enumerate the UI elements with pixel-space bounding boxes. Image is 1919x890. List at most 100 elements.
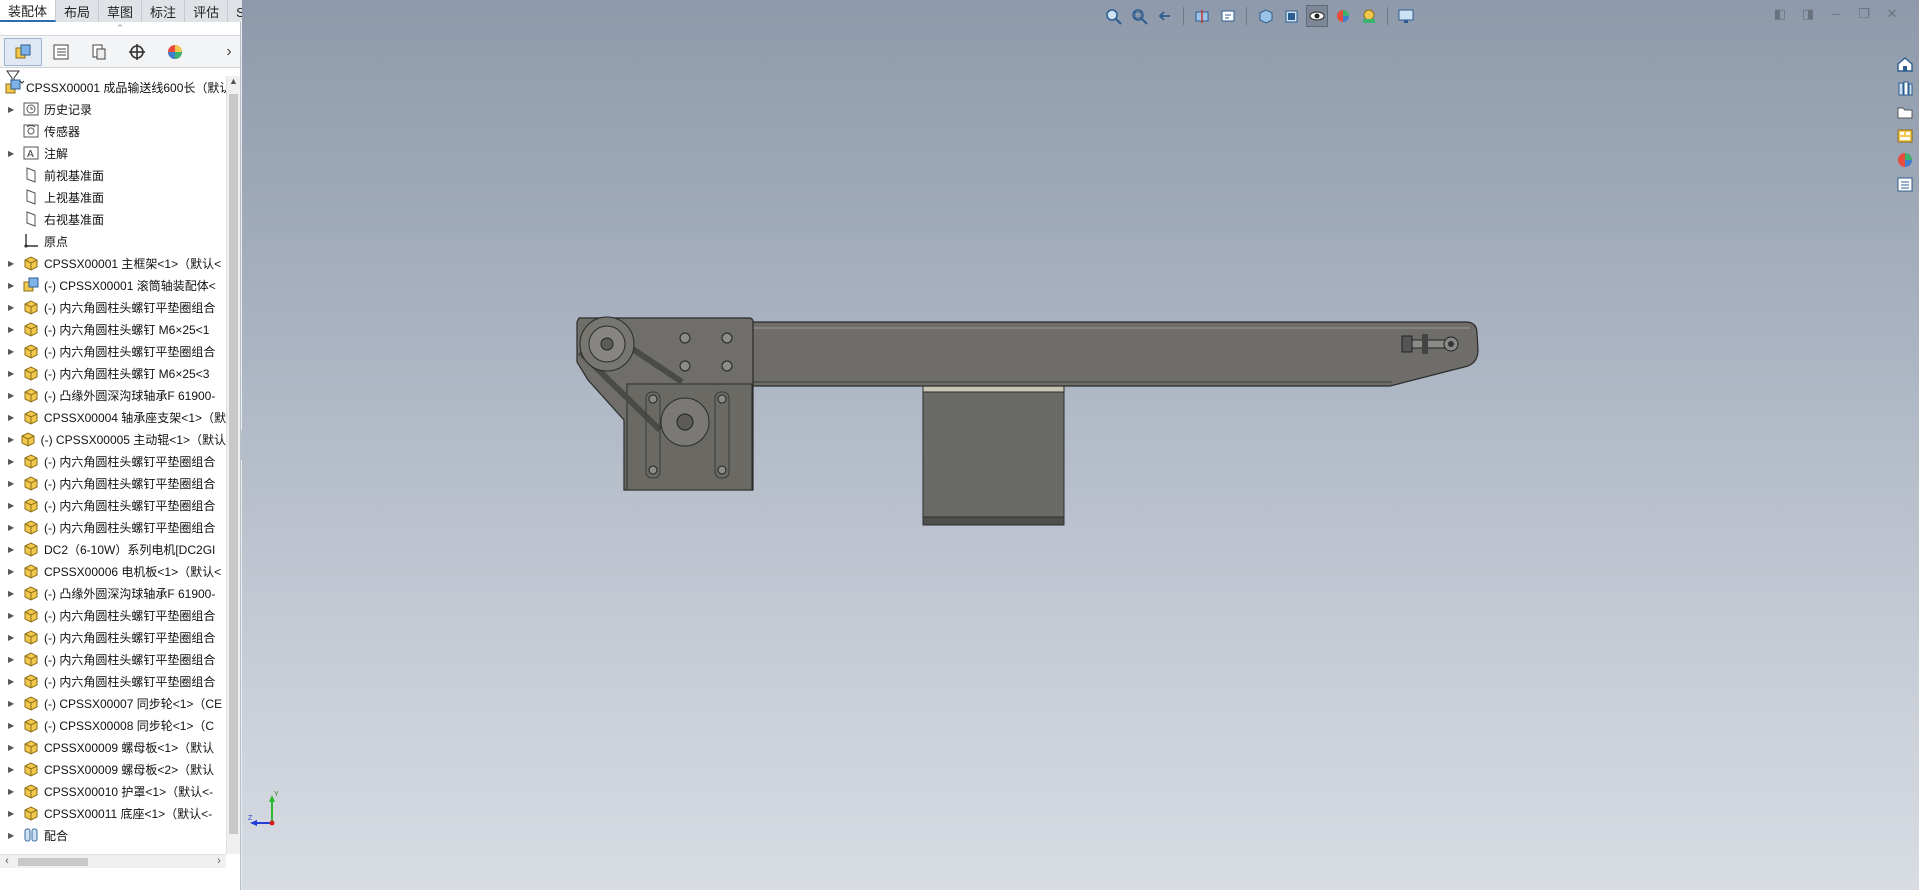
tree-node[interactable]: ▶ CPSSX00004 轴承座支架<1>（默 (0, 406, 226, 428)
expand-arrow-icon[interactable]: ▶ (8, 303, 18, 312)
part-icon (19, 430, 37, 448)
display-manager-tab[interactable] (156, 38, 194, 66)
tree-node[interactable]: ▶ CPSSX00006 电机板<1>（默认< (0, 560, 226, 582)
expand-arrow-icon[interactable]: ▶ (8, 677, 18, 686)
tree-node[interactable]: ▶ (-) 凸缘外圆深沟球轴承F 61900- (0, 384, 226, 406)
expand-arrow-icon[interactable]: ▶ (8, 281, 18, 290)
tree-node[interactable]: ▶ (-) CPSSX00008 同步轮<1>（C (0, 714, 226, 736)
expand-arrow-icon[interactable]: ▶ (8, 743, 18, 752)
tree-node-label: (-) 内六角圆柱头螺钉平垫圈组合 (44, 520, 216, 535)
plane-icon (22, 210, 40, 228)
tree-node[interactable]: 右视基准面 (0, 208, 226, 230)
tree-node[interactable]: ▶ DC2（6-10W）系列电机[DC2GI (0, 538, 226, 560)
expand-arrow-icon[interactable]: ▶ (8, 611, 18, 620)
configuration-icon (92, 44, 106, 59)
conveyor-model-view[interactable] (242, 0, 1919, 890)
tree-node[interactable]: ▶ (-) 内六角圆柱头螺钉平垫圈组合 (0, 494, 226, 516)
graphics-area[interactable]: ◧ ◨ – ❐ ✕ Y Z (242, 0, 1919, 890)
tree-node[interactable]: ▶ CPSSX00010 护罩<1>（默认<- (0, 780, 226, 802)
tree-node[interactable]: ▶ 配合 (0, 824, 226, 846)
expand-arrow-icon[interactable]: ▶ (8, 787, 18, 796)
svg-text:A: A (27, 149, 34, 160)
propertymanager-tab[interactable] (42, 38, 80, 66)
tree-node[interactable]: ▶ (-) CPSSX00007 同步轮<1>（CE (0, 692, 226, 714)
command-tab[interactable]: 草图 (99, 0, 143, 22)
tree-node[interactable]: ▶ CPSSX00011 底座<1>（默认<- (0, 802, 226, 824)
expand-arrow-icon[interactable]: ▶ (8, 765, 18, 774)
command-tab[interactable]: 标注 (142, 0, 186, 22)
expand-arrow-icon[interactable]: ▶ (8, 105, 18, 114)
expand-arrow-icon[interactable]: ▶ (8, 435, 15, 444)
expand-arrow-icon[interactable]: ▶ (8, 589, 18, 598)
command-tab[interactable]: 评估 (185, 0, 229, 22)
configurationmanager-tab[interactable] (80, 38, 118, 66)
tree-node[interactable]: ▶ (-) 内六角圆柱头螺钉 M6×25<1 (0, 318, 226, 340)
expand-arrow-icon[interactable]: ▶ (8, 457, 18, 466)
tree-node[interactable]: ▶ CPSSX00001 主框架<1>（默认< (0, 252, 226, 274)
expand-arrow-icon[interactable]: ▶ (8, 699, 18, 708)
tree-horizontal-scrollbar[interactable]: ‹ › (0, 854, 226, 868)
dimxpert-tab[interactable] (118, 38, 156, 66)
expand-arrow-icon[interactable]: ▶ (8, 413, 18, 422)
tree-node[interactable]: ▶ (-) CPSSX00005 主动辊<1>（默认 (0, 428, 226, 450)
expand-arrow-icon[interactable]: ▶ (8, 259, 18, 268)
expand-arrow-icon[interactable]: ▶ (8, 325, 18, 334)
scroll-right-icon[interactable]: › (212, 855, 226, 869)
expand-arrow-icon[interactable]: ▶ (8, 391, 18, 400)
tree-node[interactable]: ▶ (-) 内六角圆柱头螺钉平垫圈组合 (0, 670, 226, 692)
tree-node[interactable]: ▶ (-) 内六角圆柱头螺钉平垫圈组合 (0, 296, 226, 318)
tree-node[interactable]: 前视基准面 (0, 164, 226, 186)
tree-node[interactable]: ▶ (-) 内六角圆柱头螺钉平垫圈组合 (0, 648, 226, 670)
tree-node-label: CPSSX00009 螺母板<2>（默认 (44, 762, 215, 777)
main-frame[interactable] (749, 321, 1479, 387)
tree-node[interactable]: 原点 (0, 230, 226, 252)
tree-node-label: (-) 内六角圆柱头螺钉平垫圈组合 (44, 498, 216, 513)
panel-more-chevron-icon[interactable]: › (218, 43, 240, 61)
drive-end-plate[interactable] (576, 316, 754, 491)
expand-arrow-icon[interactable]: ▶ (8, 809, 18, 818)
tree-node[interactable]: ▶ (-) 内六角圆柱头螺钉平垫圈组合 (0, 626, 226, 648)
expand-arrow-icon[interactable]: ▶ (8, 831, 18, 840)
tree-node[interactable]: ▶ (-) CPSSX00001 滚筒轴装配体< (0, 274, 226, 296)
expand-arrow-icon[interactable]: ▶ (8, 545, 18, 554)
tree-node[interactable]: ▶ (-) 内六角圆柱头螺钉平垫圈组合 (0, 604, 226, 626)
tree-node[interactable]: ▶ CPSSX00009 螺母板<2>（默认 (0, 758, 226, 780)
expand-arrow-icon[interactable]: ▶ (8, 347, 18, 356)
tree-root-assembly[interactable]: CPSSX00001 成品输送线600长（默认 (0, 76, 226, 98)
expand-arrow-icon[interactable]: ▶ (8, 633, 18, 642)
expand-arrow-icon[interactable]: ▶ (8, 655, 18, 664)
tree-node[interactable]: ▶ A 注解 (0, 142, 226, 164)
command-tab[interactable]: 布局 (56, 0, 100, 22)
tree-node[interactable]: ▶ 历史记录 (0, 98, 226, 120)
tree-node[interactable]: 上视基准面 (0, 186, 226, 208)
tree-node[interactable]: 传感器 (0, 120, 226, 142)
tree-node[interactable]: ▶ (-) 内六角圆柱头螺钉平垫圈组合 (0, 472, 226, 494)
scroll-thumb[interactable] (229, 94, 238, 834)
featuremanager-tab[interactable] (4, 37, 42, 66)
expand-arrow-icon[interactable]: ▶ (8, 721, 18, 730)
tree-vertical-scrollbar[interactable]: ▲ (226, 76, 240, 854)
tree-node[interactable]: ▶ CPSSX00009 螺母板<1>（默认 (0, 736, 226, 758)
expand-arrow-icon[interactable]: ▶ (8, 523, 18, 532)
triad-y-label: Y (274, 791, 279, 798)
expand-arrow-icon[interactable]: ▶ (8, 567, 18, 576)
panel-collapse-handle[interactable]: ⌃ (0, 22, 240, 36)
expand-arrow-icon[interactable]: ▶ (8, 479, 18, 488)
scroll-left-icon[interactable]: ‹ (0, 855, 14, 869)
tree-node[interactable]: ▶ (-) 凸缘外圆深沟球轴承F 61900- (0, 582, 226, 604)
tree-node-label: (-) 内六角圆柱头螺钉平垫圈组合 (44, 476, 216, 491)
command-tab[interactable]: 装配体 (0, 0, 57, 22)
scroll-up-icon[interactable]: ▲ (227, 76, 240, 92)
expand-arrow-icon[interactable]: ▶ (8, 501, 18, 510)
expand-arrow-icon[interactable]: ▶ (8, 369, 18, 378)
scroll-thumb[interactable] (18, 858, 88, 866)
triad-z-label: Z (248, 815, 253, 822)
base-stand[interactable] (922, 383, 1065, 526)
part-icon (22, 298, 40, 316)
tree-node[interactable]: ▶ (-) 内六角圆柱头螺钉平垫圈组合 (0, 340, 226, 362)
expand-arrow-icon[interactable]: ▶ (8, 149, 18, 158)
tree-node[interactable]: ▶ (-) 内六角圆柱头螺钉平垫圈组合 (0, 516, 226, 538)
plane-icon (22, 166, 40, 184)
tree-node[interactable]: ▶ (-) 内六角圆柱头螺钉 M6×25<3 (0, 362, 226, 384)
tree-node[interactable]: ▶ (-) 内六角圆柱头螺钉平垫圈组合 (0, 450, 226, 472)
